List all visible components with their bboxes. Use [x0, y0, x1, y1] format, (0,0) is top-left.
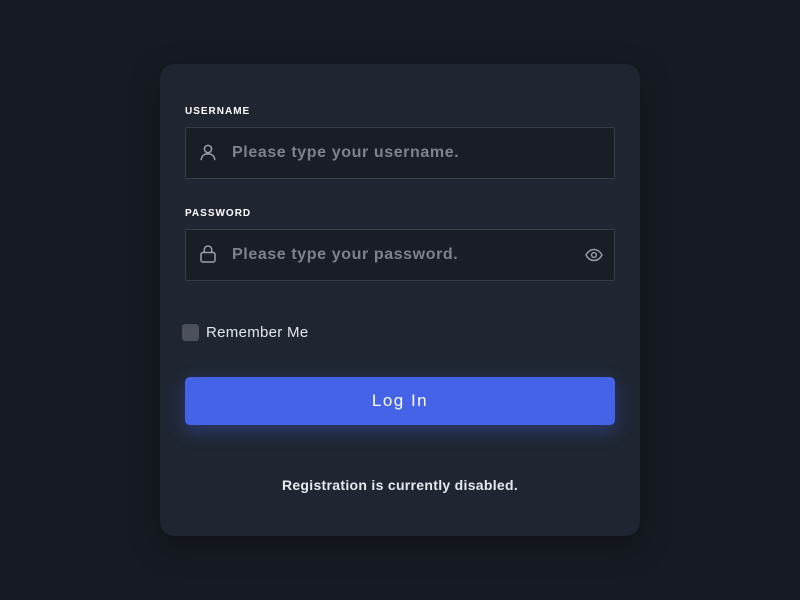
password-label: PASSWORD: [185, 208, 252, 219]
remember-me-row[interactable]: Remember Me: [182, 323, 309, 341]
remember-me-label[interactable]: Remember Me: [206, 324, 309, 341]
username-input[interactable]: [232, 128, 572, 178]
user-icon: [198, 142, 218, 162]
username-label: USERNAME: [185, 106, 251, 117]
eye-icon[interactable]: [584, 245, 604, 265]
login-button[interactable]: Log In: [185, 377, 615, 425]
username-field[interactable]: [185, 127, 615, 179]
lock-icon: [198, 244, 218, 264]
registration-disabled-note: Registration is currently disabled.: [281, 477, 519, 493]
login-card: USERNAME PASSWORD Remember Me: [160, 64, 640, 536]
password-field[interactable]: [185, 229, 615, 281]
password-input[interactable]: [232, 230, 572, 280]
remember-me-checkbox[interactable]: [182, 323, 199, 341]
